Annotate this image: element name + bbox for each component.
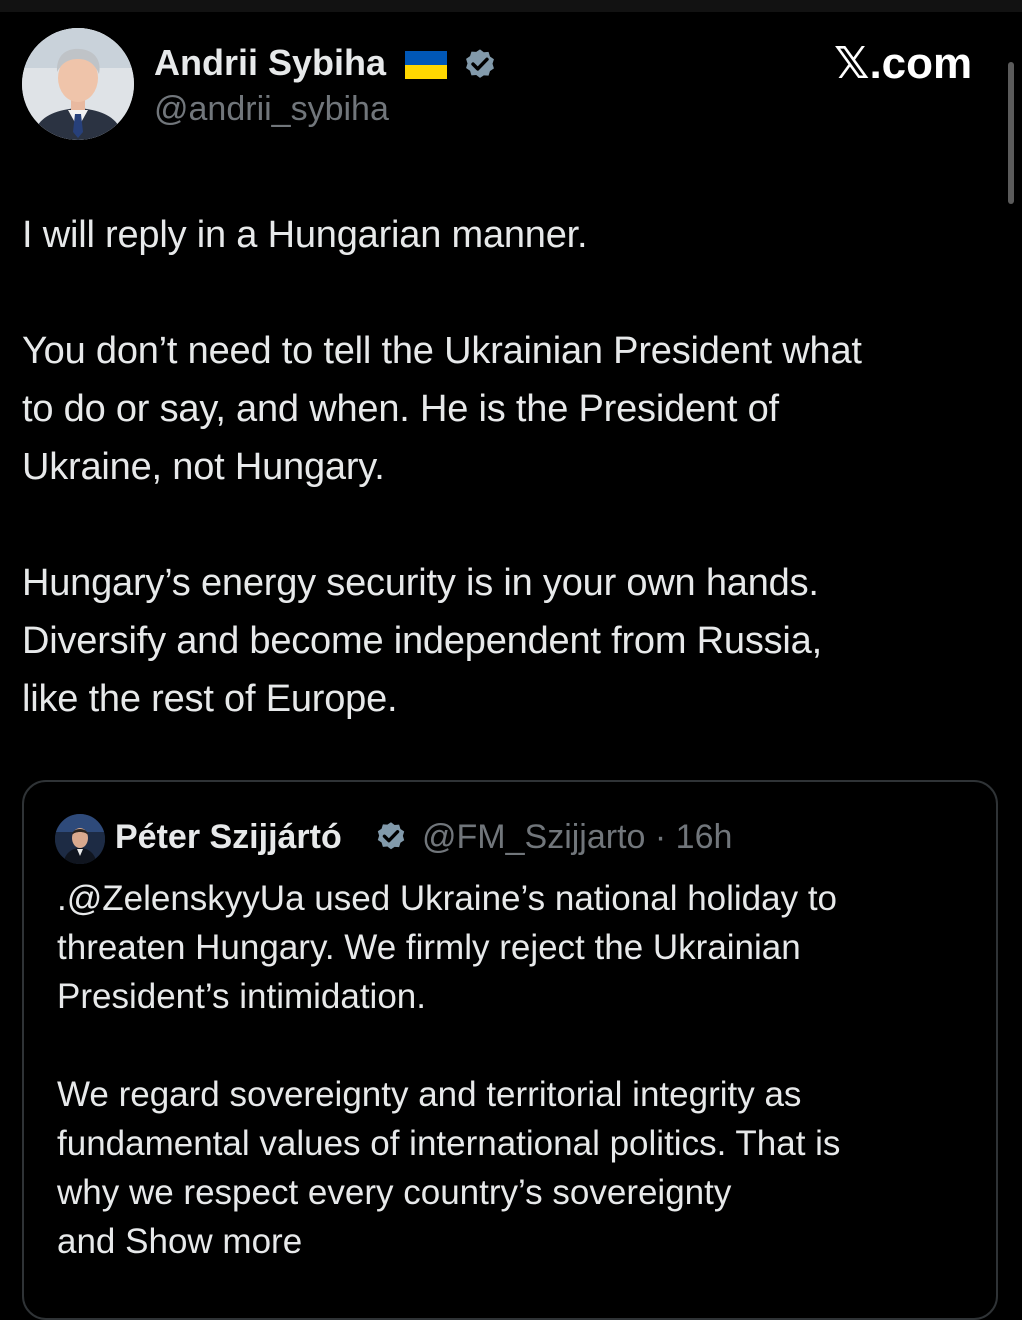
quoted-line: why we respect every country’s sovereign… xyxy=(57,1173,732,1212)
quoted-line: threaten Hungary. We firmly reject the U… xyxy=(57,928,801,967)
verified-badge-icon[interactable] xyxy=(461,47,499,85)
avatar-photo-icon xyxy=(22,28,134,140)
screen-top-bar xyxy=(0,0,1022,12)
quoted-author-name[interactable]: Péter Szijjártó xyxy=(115,818,342,857)
tweet-line: I will reply in a Hungarian manner. xyxy=(22,214,588,256)
quoted-tweet-card[interactable]: Péter Szijjártó @FM_Szijjarto · 16h .@Ze… xyxy=(22,780,998,1320)
quoted-author-handle-time[interactable]: @FM_Szijjarto · 16h xyxy=(422,818,732,857)
tweet-paragraph: You don’t need to tell the Ukrainian Pre… xyxy=(22,322,1007,496)
quoted-line: fundamental values of international poli… xyxy=(57,1124,841,1163)
quoted-avatar-photo-icon xyxy=(55,814,105,864)
tweet-line: like the rest of Europe. xyxy=(22,678,398,720)
verified-badge-icon[interactable] xyxy=(373,820,409,856)
quoted-author-avatar[interactable] xyxy=(55,814,105,864)
quoted-line: We regard sovereignty and territorial in… xyxy=(57,1075,802,1114)
scrollbar-thumb[interactable] xyxy=(1008,62,1014,204)
tweet-paragraph: I will reply in a Hungarian manner. xyxy=(22,206,1007,264)
show-more-link[interactable]: Show more xyxy=(125,1222,302,1261)
quoted-line: .@ZelenskyyUa used Ukraine’s national ho… xyxy=(57,879,838,918)
tweet-line: to do or say, and when. He is the Presid… xyxy=(22,388,779,430)
tweet-text: I will reply in a Hungarian manner. You … xyxy=(22,206,1007,786)
ukraine-flag-icon xyxy=(405,51,447,79)
x-com-watermark: 𝕏.com xyxy=(834,39,973,88)
author-handle[interactable]: @andrii_sybiha xyxy=(154,90,389,129)
author-name[interactable]: Andrii Sybiha xyxy=(154,42,386,84)
tweet-line: Ukraine, not Hungary. xyxy=(22,446,385,488)
quoted-tweet-text: .@ZelenskyyUa used Ukraine’s national ho… xyxy=(57,874,977,1315)
tweet-line: You don’t need to tell the Ukrainian Pre… xyxy=(22,330,862,372)
quoted-line-truncated: and xyxy=(57,1222,116,1261)
quoted-paragraph: We regard sovereignty and territorial in… xyxy=(57,1070,977,1266)
quoted-line: President’s intimidation. xyxy=(57,977,426,1016)
quoted-paragraph: .@ZelenskyyUa used Ukraine’s national ho… xyxy=(57,874,977,1021)
tweet-line: Diversify and become independent from Ru… xyxy=(22,620,822,662)
tweet-header: Andrii Sybiha @andrii_sybiha 𝕏.com xyxy=(22,28,1002,144)
author-avatar[interactable] xyxy=(22,28,134,140)
tweet-paragraph: Hungary’s energy security is in your own… xyxy=(22,554,1007,728)
tweet-line: Hungary’s energy security is in your own… xyxy=(22,562,819,604)
